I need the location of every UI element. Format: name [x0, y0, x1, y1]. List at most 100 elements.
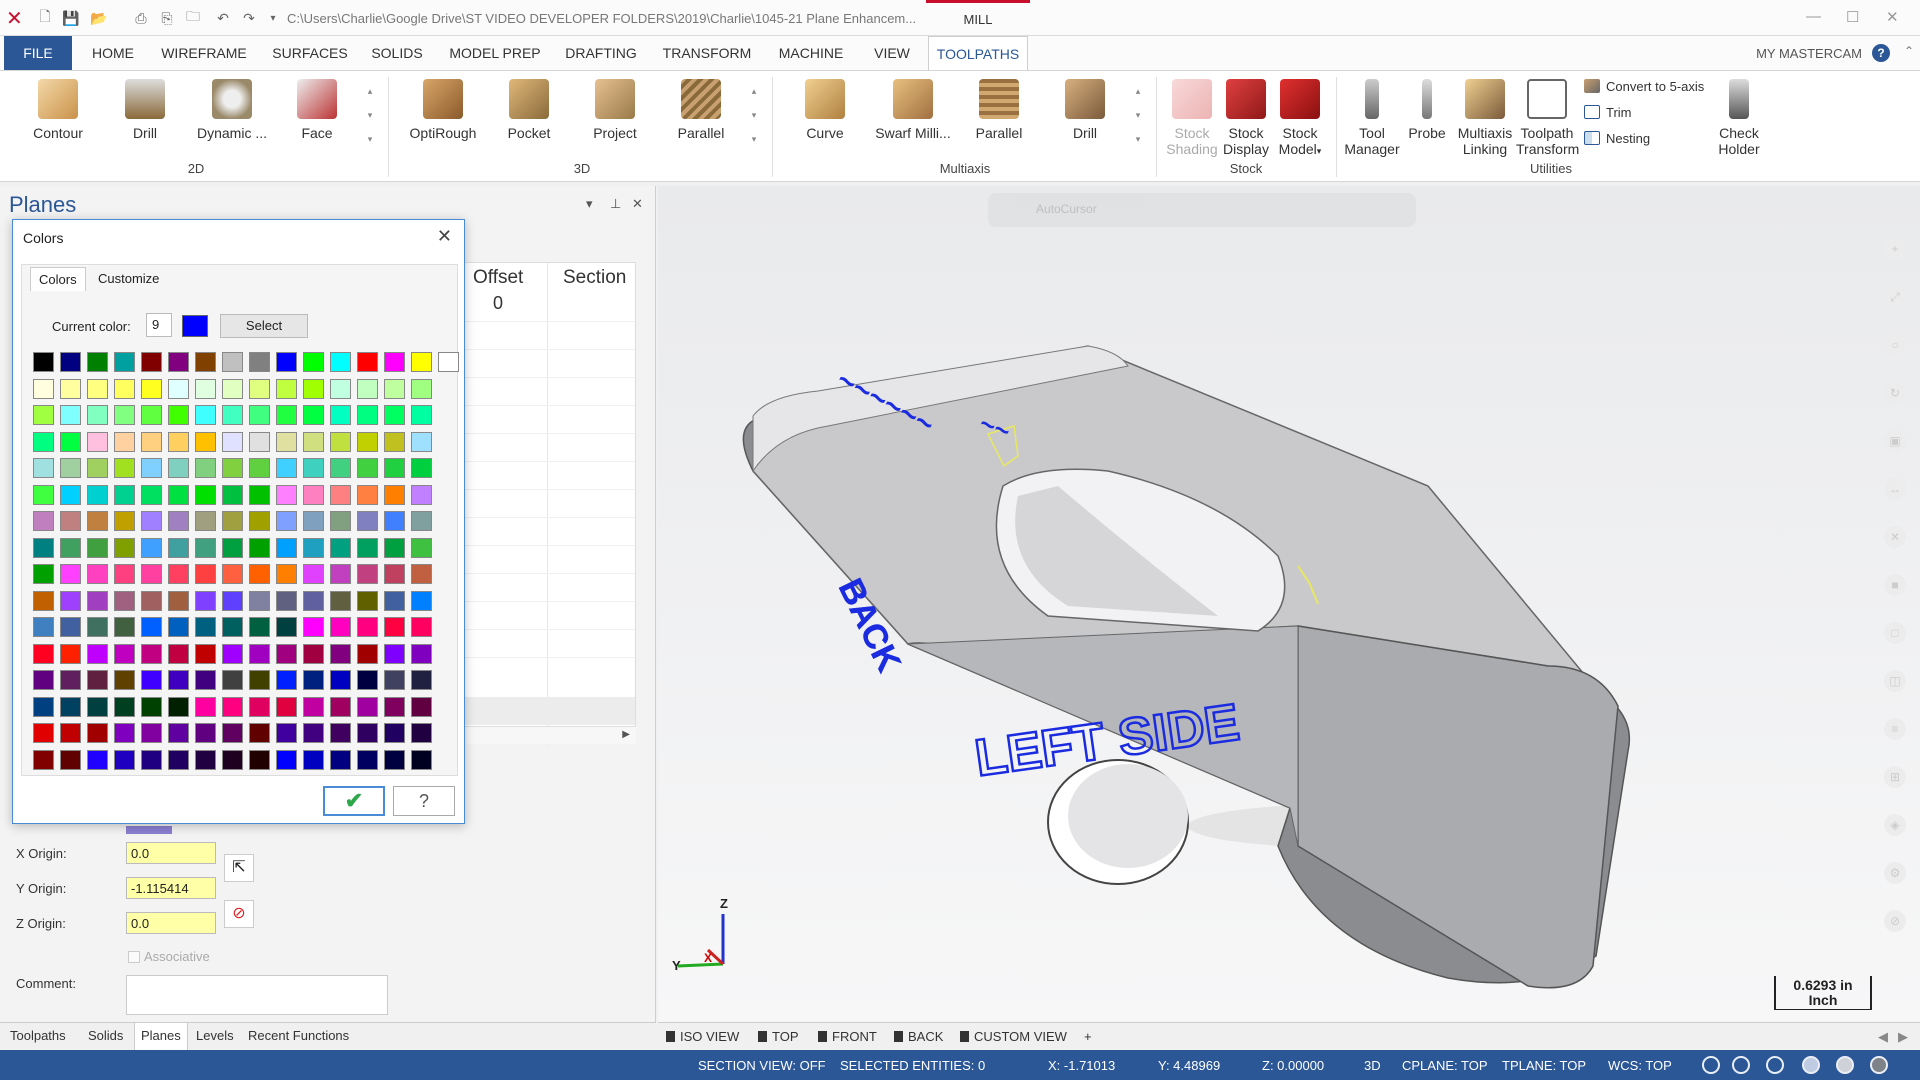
color-swatch[interactable] [33, 749, 54, 770]
color-swatch[interactable] [114, 511, 135, 531]
color-swatch[interactable] [384, 723, 405, 743]
color-swatch[interactable] [384, 405, 405, 425]
undo-icon[interactable]: ↶ [214, 9, 232, 27]
color-swatch[interactable] [276, 431, 297, 452]
color-swatch[interactable] [411, 352, 432, 372]
cplane-status[interactable]: CPLANE: TOP [1402, 1058, 1488, 1073]
color-swatch[interactable] [195, 696, 216, 717]
view-tab-top[interactable]: TOP [758, 1029, 799, 1044]
color-swatch[interactable] [33, 378, 54, 399]
color-swatch[interactable] [114, 723, 135, 743]
color-swatch[interactable] [33, 511, 54, 531]
gallery-2d-scroll[interactable]: ▴ ▾ ▾ [364, 79, 376, 151]
color-swatch[interactable] [330, 537, 351, 558]
color-swatch[interactable] [357, 484, 378, 505]
color-swatch[interactable] [222, 458, 243, 478]
color-swatch[interactable] [60, 537, 81, 558]
stock-model-button[interactable]: Stock Model▾ [1272, 79, 1328, 159]
color-swatch[interactable] [195, 352, 216, 372]
color-swatch[interactable] [87, 537, 108, 558]
dynamic-button[interactable]: Dynamic ... [194, 79, 270, 141]
globe-icon[interactable] [1702, 1056, 1720, 1074]
gallery-multiaxis-scroll[interactable]: ▴ ▾ ▾ [1132, 79, 1144, 151]
color-swatch[interactable] [60, 696, 81, 717]
color-swatch[interactable] [411, 696, 432, 717]
tabs-scroll-right-icon[interactable]: ▶ [1898, 1029, 1908, 1045]
color-swatch[interactable] [87, 564, 108, 584]
color-swatch[interactable] [33, 696, 54, 717]
tab-drafting[interactable]: DRAFTING [560, 36, 642, 70]
color-swatch[interactable] [330, 564, 351, 584]
tplane-status[interactable]: TPLANE: TOP [1502, 1058, 1586, 1073]
color-swatch[interactable] [222, 617, 243, 637]
color-swatch[interactable] [303, 511, 324, 531]
close-window-icon[interactable]: ✕ [1886, 8, 1899, 26]
color-swatch[interactable] [87, 378, 108, 399]
zoom-window-icon[interactable]: ⤢ [1884, 286, 1906, 308]
color-swatch[interactable] [222, 405, 243, 425]
color-swatch[interactable] [411, 431, 432, 452]
color-swatch[interactable] [141, 670, 162, 690]
color-swatch[interactable] [141, 352, 162, 372]
tab-home[interactable]: HOME [80, 36, 146, 70]
color-swatch[interactable] [330, 643, 351, 664]
tab-customize[interactable]: Customize [90, 267, 167, 290]
section-view-status[interactable]: SECTION VIEW: OFF [698, 1058, 826, 1073]
color-swatch[interactable] [222, 723, 243, 743]
color-swatch[interactable] [357, 431, 378, 452]
color-swatch[interactable] [384, 431, 405, 452]
color-swatch[interactable] [384, 378, 405, 399]
globe-icon[interactable] [1766, 1056, 1784, 1074]
parallel-multiaxis-button[interactable]: Parallel [970, 79, 1028, 141]
rotate-icon[interactable]: ↻ [1884, 382, 1906, 404]
color-swatch[interactable] [249, 511, 270, 531]
color-swatch[interactable] [33, 484, 54, 505]
color-swatch[interactable] [168, 405, 189, 425]
project-button[interactable]: Project [586, 79, 644, 141]
color-swatch[interactable] [114, 590, 135, 611]
color-swatch[interactable] [384, 590, 405, 611]
tab-levels-panel[interactable]: Levels [196, 1028, 234, 1043]
section-icon[interactable]: ⊞ [1884, 766, 1906, 788]
contour-button[interactable]: Contour [28, 79, 88, 141]
new-file-icon[interactable]: 🗋 [36, 8, 54, 27]
color-swatch[interactable] [276, 643, 297, 664]
color-swatch[interactable] [195, 405, 216, 425]
color-swatch[interactable] [303, 643, 324, 664]
color-swatch[interactable] [330, 431, 351, 452]
redo-icon[interactable]: ↷ [240, 9, 258, 27]
color-swatch[interactable] [60, 643, 81, 664]
color-swatch[interactable] [249, 617, 270, 637]
open-icon[interactable]: 📂 [90, 9, 108, 27]
color-swatch[interactable] [141, 484, 162, 505]
dialog-help-button[interactable]: ? [393, 786, 455, 816]
tab-toolpaths[interactable]: TOOLPATHS [928, 36, 1028, 70]
color-swatch[interactable] [357, 405, 378, 425]
color-swatch[interactable] [330, 378, 351, 399]
color-swatch[interactable] [384, 537, 405, 558]
collapse-ribbon-icon[interactable]: ⌃ [1904, 44, 1914, 58]
color-swatch[interactable] [276, 696, 297, 717]
color-swatch[interactable] [168, 564, 189, 584]
color-swatch[interactable] [357, 537, 378, 558]
select-button[interactable]: Select [220, 314, 308, 338]
color-swatch[interactable] [141, 617, 162, 637]
color-swatch[interactable] [87, 590, 108, 611]
color-swatch[interactable] [33, 564, 54, 584]
color-swatch[interactable] [195, 378, 216, 399]
color-swatch[interactable] [60, 458, 81, 478]
color-swatch[interactable] [60, 352, 81, 372]
color-swatch[interactable] [168, 352, 189, 372]
color-swatch[interactable] [249, 352, 270, 372]
part-model[interactable]: ~~~~~~ ~~ BACK LEFT SIDE Z Y X [658, 186, 1920, 1022]
color-swatch[interactable] [303, 617, 324, 637]
color-swatch[interactable] [357, 670, 378, 690]
color-swatch[interactable] [114, 564, 135, 584]
color-swatch[interactable] [195, 484, 216, 505]
color-swatch[interactable] [276, 590, 297, 611]
color-swatch[interactable] [141, 458, 162, 478]
y-origin-input[interactable]: -1.115414 [126, 877, 216, 899]
color-swatch[interactable] [249, 378, 270, 399]
color-swatch[interactable] [168, 749, 189, 770]
mode-status[interactable]: 3D [1364, 1058, 1381, 1073]
